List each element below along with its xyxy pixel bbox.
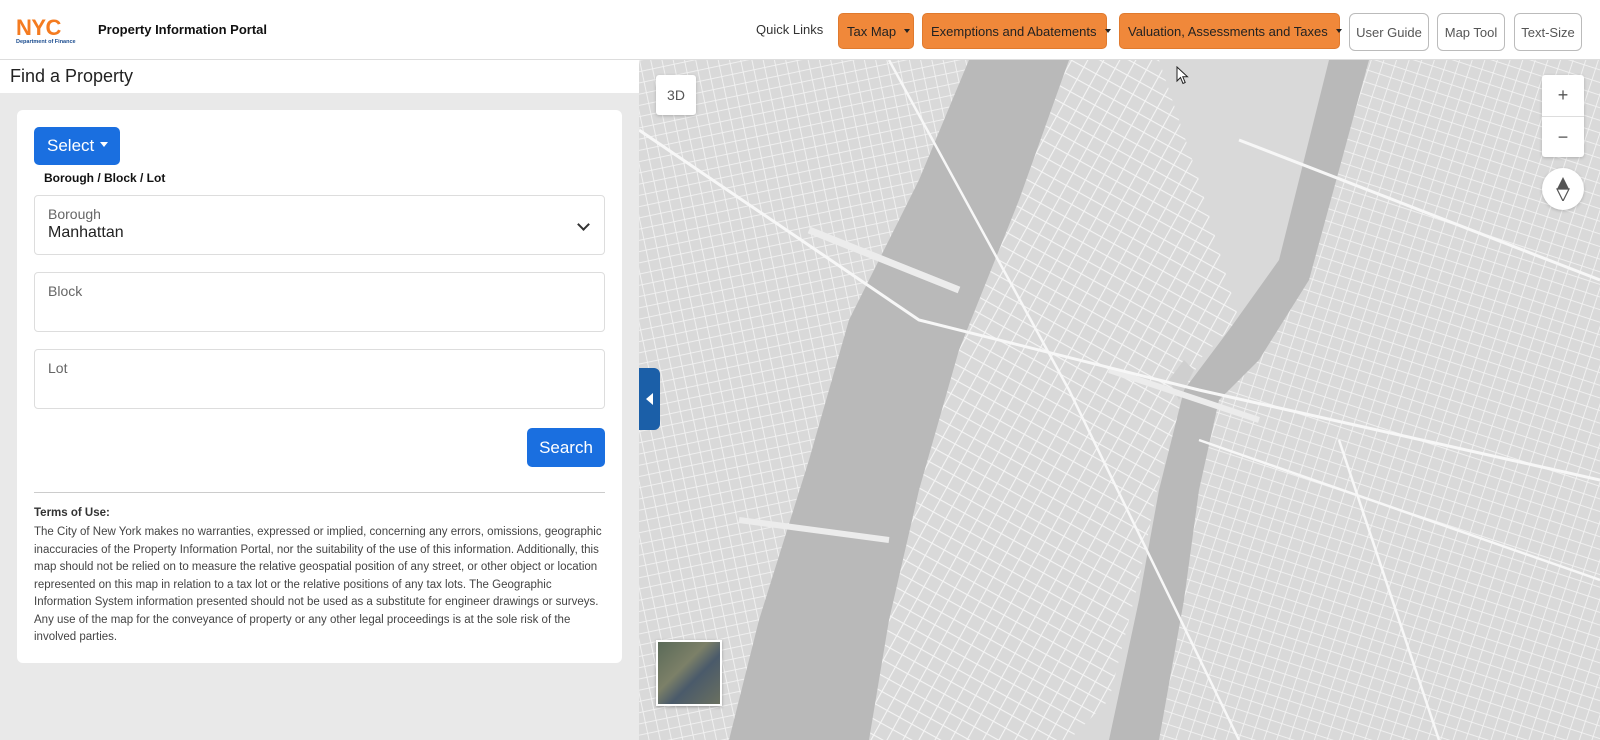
valuation-menu-label: Valuation, Assessments and Taxes bbox=[1128, 23, 1328, 39]
mouse-cursor-icon bbox=[1176, 66, 1189, 85]
borough-select[interactable]: Borough Manhattan bbox=[34, 195, 605, 255]
zoom-control: + − bbox=[1542, 75, 1584, 157]
logo-nyc-text: NYC bbox=[16, 15, 61, 40]
nyc-dof-logo[interactable]: NYC Department of Finance bbox=[16, 15, 88, 48]
tax-map-menu[interactable]: Tax Map bbox=[838, 13, 914, 49]
compass-icon[interactable] bbox=[1542, 168, 1584, 210]
divider bbox=[34, 492, 605, 493]
caret-down-icon bbox=[1335, 29, 1342, 33]
search-panel: Find a Property Select Borough / Block /… bbox=[0, 60, 639, 740]
zoom-in-button[interactable]: + bbox=[1542, 75, 1584, 116]
valuation-menu[interactable]: Valuation, Assessments and Taxes bbox=[1119, 13, 1342, 49]
block-label: Block bbox=[48, 283, 83, 299]
caret-left-icon bbox=[646, 393, 653, 405]
search-mode-label: Borough / Block / Lot bbox=[44, 171, 166, 185]
chevron-down-icon bbox=[577, 218, 590, 231]
quick-links-label: Quick Links bbox=[756, 22, 824, 37]
block-field[interactable]: Block bbox=[34, 272, 605, 332]
borough-value: Manhattan bbox=[48, 224, 124, 241]
exemptions-menu-label: Exemptions and Abatements bbox=[931, 23, 1097, 39]
map-view[interactable]: 3D + − bbox=[639, 60, 1600, 740]
borough-label: Borough bbox=[48, 206, 101, 222]
search-type-select-button[interactable]: Select bbox=[34, 127, 120, 165]
zoom-out-button[interactable]: − bbox=[1542, 117, 1584, 158]
map-basemap[interactable] bbox=[639, 60, 1600, 740]
app-title: Property Information Portal bbox=[98, 22, 268, 37]
view-3d-button[interactable]: 3D bbox=[656, 75, 696, 115]
text-size-button[interactable]: Text-Size bbox=[1514, 13, 1582, 51]
caret-down-icon bbox=[100, 142, 109, 147]
caret-down-icon bbox=[1104, 29, 1111, 33]
terms-body: The City of New York makes no warranties… bbox=[34, 526, 602, 643]
lot-label: Lot bbox=[48, 360, 68, 376]
logo-dept-text: Department of Finance bbox=[16, 39, 76, 45]
map-tool-button[interactable]: Map Tool bbox=[1437, 13, 1505, 51]
lot-field[interactable]: Lot bbox=[34, 349, 605, 409]
search-button[interactable]: Search bbox=[527, 428, 605, 467]
exemptions-menu[interactable]: Exemptions and Abatements bbox=[922, 13, 1111, 49]
top-header: NYC Department of Finance Property Infor… bbox=[0, 0, 1600, 60]
user-guide-button[interactable]: User Guide bbox=[1349, 13, 1429, 51]
tax-map-menu-label: Tax Map bbox=[847, 23, 897, 39]
basemap-toggle-thumbnail[interactable] bbox=[656, 640, 722, 706]
caret-down-icon bbox=[904, 29, 911, 33]
panel-title: Find a Property bbox=[10, 66, 134, 86]
select-button-label: Select bbox=[47, 136, 95, 155]
search-card: Select Borough / Block / Lot Borough Man… bbox=[17, 110, 622, 663]
terms-title: Terms of Use: bbox=[34, 507, 110, 519]
collapse-panel-button[interactable] bbox=[639, 368, 660, 430]
panel-title-bar: Find a Property bbox=[0, 60, 639, 93]
